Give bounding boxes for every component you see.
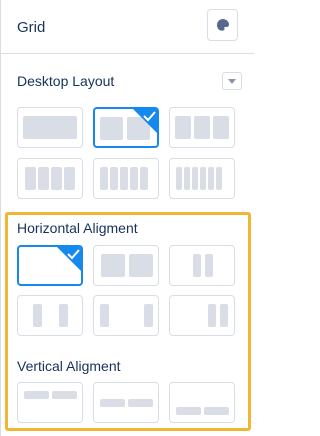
layout-column-block [129,254,153,277]
halign-option-stretch[interactable] [93,245,159,286]
layout-row-block [128,399,153,407]
halign-option-space-around[interactable] [17,295,83,336]
layout-column-block [100,117,123,140]
halign-option-end[interactable] [169,295,235,336]
layout-column-block [194,116,210,139]
paint-drop-icon [216,19,229,31]
layout-column-block [216,167,222,190]
selected-checkmark-icon [57,247,81,271]
layout-column-block [205,254,213,277]
layout-column-block [193,254,201,277]
layout-column-block [140,167,148,190]
layout-column-block [120,167,128,190]
layout-row-block [204,407,229,415]
layout-column-block [51,167,62,190]
desktop-layout-collapse-button[interactable] [222,72,242,90]
layout-column-block [175,116,191,139]
layout-column-block [208,167,214,190]
layout-row-block [24,391,49,399]
halign-option-space-between[interactable] [93,295,159,336]
layout-column-block [59,304,68,327]
vertical-alignment-title: Vertical Aligment [17,358,121,374]
layout-row-block [52,391,77,399]
layout-column-block [100,304,109,327]
layout-column-block [220,304,228,327]
layout-option-three-columns[interactable] [169,107,235,148]
chevron-down-icon [228,78,236,84]
horizontal-alignment-title: Horizontal Aligment [17,220,138,236]
layout-column-block [38,167,49,190]
layout-column-block [192,167,198,190]
layout-column-block [176,167,182,190]
layout-option-four-columns[interactable] [17,158,83,199]
panel-header: Grid [0,0,254,54]
panel-left-border [0,0,1,436]
layout-row-block [176,407,201,415]
layout-column-block [110,167,118,190]
halign-option-none[interactable] [17,245,83,286]
layout-column-block [184,167,190,190]
style-settings-button[interactable] [207,9,238,41]
layout-row-block [100,399,125,407]
layout-column-block [100,167,108,190]
layout-column-block [144,304,153,327]
layout-column-block [101,254,125,277]
layout-option-one-column[interactable] [17,107,83,148]
panel-title: Grid [17,19,46,36]
layout-column-block [25,167,36,190]
layout-column-block [213,116,229,139]
valign-option-bottom[interactable] [169,382,235,423]
layout-column-block [33,304,42,327]
layout-column-block [64,167,75,190]
layout-option-two-columns[interactable] [93,107,159,148]
layout-column-block [130,167,138,190]
desktop-layout-title: Desktop Layout [17,73,115,89]
halign-option-center[interactable] [169,245,235,286]
layout-column-block [23,116,77,139]
layout-option-five-columns[interactable] [93,158,159,199]
layout-column-block [208,304,216,327]
valign-option-top[interactable] [17,382,83,423]
selected-checkmark-icon [133,109,157,133]
layout-column-block [200,167,206,190]
layout-option-six-columns[interactable] [169,158,235,199]
valign-option-middle[interactable] [93,382,159,423]
